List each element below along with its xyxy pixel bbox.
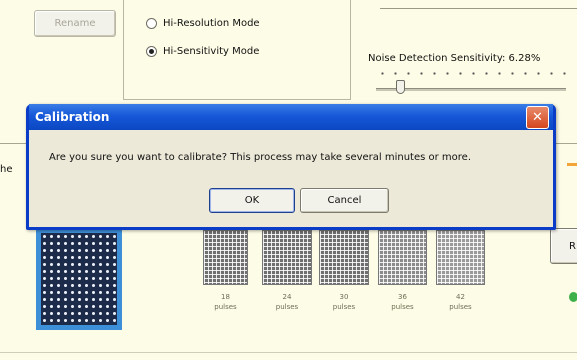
radio-label: Hi-Sensitivity Mode	[163, 46, 260, 57]
panel-divider	[123, 0, 124, 100]
slider-ticks	[376, 72, 566, 75]
bottom-rule	[0, 352, 577, 353]
pulse-thumbnail[interactable]	[319, 230, 369, 285]
radio-indicator	[146, 46, 157, 57]
panel-divider	[350, 0, 351, 100]
rename-button[interactable]: Rename	[34, 10, 116, 37]
calibration-dialog: Calibration ✕ Are you sure you want to c…	[26, 104, 556, 230]
pulse-thumbnail[interactable]	[436, 230, 485, 285]
close-icon[interactable]: ✕	[526, 105, 549, 129]
radio-label: Hi-Resolution Mode	[163, 18, 260, 29]
panel-divider	[124, 99, 350, 100]
cancel-button[interactable]: Cancel	[300, 188, 389, 213]
dialog-titlebar[interactable]: Calibration ✕	[29, 104, 553, 130]
side-button-right[interactable]: R	[550, 228, 577, 264]
radio-indicator	[146, 18, 157, 29]
pulse-label: 36 pulses	[391, 293, 414, 311]
slider-thumb[interactable]	[396, 80, 405, 94]
dialog-message: Are you sure you want to calibrate? This…	[49, 152, 472, 163]
pulse-thumbnail[interactable]	[378, 230, 427, 285]
side-label-left: he	[0, 164, 13, 175]
hi-resolution-radio[interactable]: Hi-Resolution Mode	[146, 18, 260, 29]
orange-marker	[567, 163, 577, 166]
pulse-label: 30 pulses	[332, 293, 356, 311]
pattern-image	[41, 233, 117, 325]
hi-sensitivity-radio[interactable]: Hi-Sensitivity Mode	[146, 46, 259, 57]
top-rule	[380, 8, 577, 9]
status-dot	[569, 292, 577, 302]
dialog-title: Calibration	[35, 110, 110, 124]
noise-sensitivity-slider[interactable]	[376, 68, 572, 98]
pulse-thumbnail[interactable]	[203, 230, 248, 285]
pulse-thumbnail[interactable]	[262, 230, 312, 285]
pulse-label: 18 pulses	[214, 293, 237, 311]
noise-sensitivity-label: Noise Detection Sensitivity: 6.28%	[368, 53, 541, 64]
pulse-label: 42 pulses	[449, 293, 472, 311]
ok-button[interactable]: OK	[209, 188, 295, 213]
pulse-label: 24 pulses	[275, 293, 299, 311]
selected-pattern-thumbnail[interactable]	[36, 228, 122, 330]
